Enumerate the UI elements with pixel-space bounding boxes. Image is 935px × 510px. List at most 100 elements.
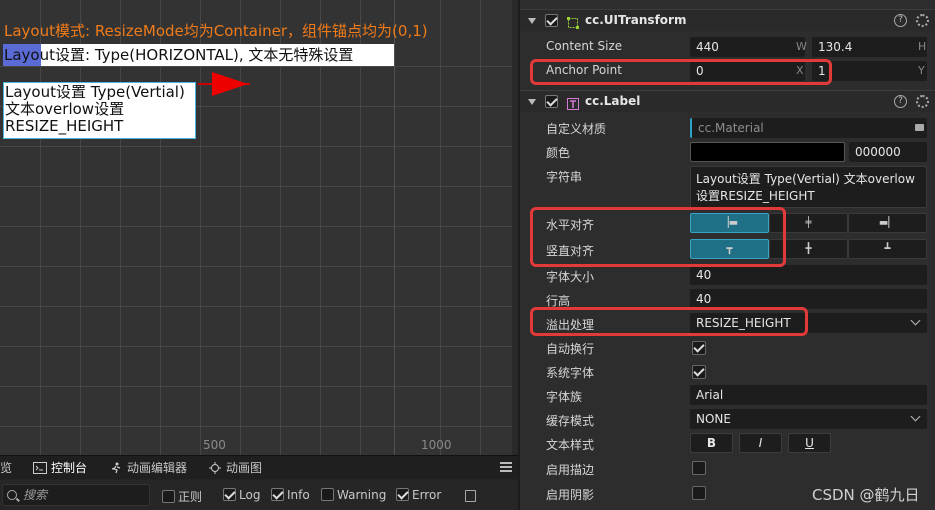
horizontal-align-label: 水平对齐 bbox=[546, 218, 595, 232]
bold-button[interactable]: B bbox=[690, 433, 733, 453]
filter-log-checkbox[interactable]: Log bbox=[223, 488, 260, 502]
align-center-icon: ╪ bbox=[805, 217, 812, 229]
enable-outline-checkbox[interactable] bbox=[692, 461, 706, 475]
italic-button[interactable]: I bbox=[739, 433, 782, 453]
align-right-icon: ▬▏ bbox=[878, 217, 897, 229]
clear-console-icon[interactable] bbox=[465, 490, 476, 502]
bottom-tabs: 览 控制台 动画编辑器 动画图 bbox=[0, 455, 518, 479]
axis-label: X bbox=[796, 64, 804, 77]
checkbox[interactable] bbox=[396, 488, 409, 501]
string-label: 字符串 bbox=[546, 170, 583, 184]
horizontal-layout-label-node[interactable]: Layout设置: Type(HORIZONTAL), 文本无特殊设置 bbox=[3, 44, 394, 66]
checkbox[interactable] bbox=[162, 490, 175, 503]
overflow-select[interactable]: RESIZE_HEIGHT bbox=[690, 313, 927, 333]
checkbox[interactable] bbox=[271, 488, 284, 501]
filter-label: Info bbox=[287, 488, 310, 502]
align-top-icon: ┳ bbox=[726, 243, 733, 255]
auto-wrap-label: 自动换行 bbox=[546, 342, 595, 356]
align-bottom-button[interactable]: ┻ bbox=[848, 239, 927, 259]
color-label: 颜色 bbox=[546, 146, 571, 160]
tab-preview[interactable]: 览 bbox=[0, 456, 12, 480]
gear-icon[interactable] bbox=[916, 14, 929, 27]
animation-graph-icon bbox=[208, 458, 222, 474]
lock-icon[interactable] bbox=[915, 124, 924, 131]
auto-wrap-checkbox[interactable] bbox=[692, 341, 706, 355]
align-bottom-icon: ┻ bbox=[884, 243, 891, 255]
cache-mode-select[interactable]: NONE bbox=[690, 409, 927, 429]
collapse-arrow-icon[interactable] bbox=[528, 18, 536, 24]
align-right-button[interactable]: ▬▏ bbox=[848, 213, 927, 233]
material-asset-field[interactable]: cc.Material bbox=[690, 118, 927, 138]
watermark: CSDN @鹤九日 bbox=[812, 486, 920, 504]
font-family-input[interactable]: Arial bbox=[690, 385, 927, 405]
filter-info-checkbox[interactable]: Info bbox=[271, 488, 310, 502]
axis-label: W bbox=[796, 40, 807, 53]
editor-window: Layout模式: ResizeMode均为Container，组件锚点均为(0… bbox=[0, 0, 935, 510]
anchor-point-label: Anchor Point bbox=[546, 63, 622, 77]
scene-annotation-title: Layout模式: ResizeMode均为Container，组件锚点均为(0… bbox=[4, 22, 428, 40]
align-center-button[interactable]: ╪ bbox=[769, 213, 848, 233]
cache-mode-label: 缓存模式 bbox=[546, 414, 595, 428]
filter-error-checkbox[interactable]: Error bbox=[396, 488, 441, 502]
system-font-label: 系统字体 bbox=[546, 366, 595, 380]
component-enable-checkbox[interactable] bbox=[545, 14, 558, 27]
vertical-layout-label-node[interactable]: Layout设置 Type(Vertial) 文本overlow设置 RESIZ… bbox=[3, 82, 196, 139]
tab-label: 控制台 bbox=[51, 461, 88, 475]
checkbox[interactable] bbox=[223, 488, 236, 501]
content-height-input[interactable]: 130.4 bbox=[812, 37, 927, 57]
collapse-arrow-icon[interactable] bbox=[528, 99, 536, 105]
ruler-label: 500 bbox=[203, 438, 226, 452]
ruler-label: 1000 bbox=[421, 438, 452, 452]
custom-material-label: 自定义材质 bbox=[546, 122, 607, 136]
help-icon[interactable]: ? bbox=[894, 14, 907, 27]
filter-warning-checkbox[interactable]: Warning bbox=[321, 488, 386, 502]
enable-shadow-checkbox[interactable] bbox=[692, 486, 706, 500]
content-width-input[interactable]: 440 bbox=[690, 37, 805, 57]
checkbox[interactable] bbox=[321, 488, 334, 501]
color-hex-input[interactable]: 000000 bbox=[849, 142, 927, 162]
underline-button[interactable]: U bbox=[788, 433, 831, 453]
anchor-x-input[interactable]: 0 bbox=[690, 61, 805, 81]
menu-icon[interactable] bbox=[500, 462, 512, 472]
line-height-label: 行高 bbox=[546, 294, 571, 308]
label-line: Layout设置 Type(Vertial) bbox=[5, 83, 185, 101]
font-family-label: 字体族 bbox=[546, 390, 583, 404]
tab-label: 动画编辑器 bbox=[127, 461, 188, 475]
axis-label: H bbox=[918, 40, 927, 53]
component-enable-checkbox[interactable] bbox=[545, 95, 558, 108]
horizontal-layout-label-text: Layout设置: Type(HORIZONTAL), 文本无特殊设置 bbox=[4, 46, 354, 64]
color-swatch[interactable] bbox=[690, 142, 845, 162]
tab-animation-editor[interactable]: 动画编辑器 bbox=[109, 456, 187, 480]
filter-regex-checkbox[interactable]: 正则 bbox=[162, 488, 202, 505]
system-font-checkbox[interactable] bbox=[692, 365, 706, 379]
search-placeholder: 搜索 bbox=[23, 488, 48, 502]
x-axis-gizmo-arrow-icon[interactable] bbox=[212, 72, 248, 96]
tab-console[interactable]: 控制台 bbox=[33, 456, 87, 480]
gear-icon[interactable] bbox=[916, 95, 929, 108]
help-icon[interactable]: ? bbox=[894, 95, 907, 108]
filter-label: Log bbox=[239, 488, 261, 502]
label-component-icon bbox=[567, 95, 579, 110]
align-left-icon: ▕▬ bbox=[720, 217, 739, 229]
align-middle-button[interactable]: ╋ bbox=[769, 239, 848, 259]
font-size-input[interactable]: 40 bbox=[690, 265, 927, 285]
search-icon bbox=[7, 490, 17, 500]
uitransform-header[interactable]: cc.UITransform ? bbox=[520, 9, 935, 31]
align-middle-icon: ╋ bbox=[805, 243, 812, 255]
label-line: 文本overlow设置 bbox=[5, 100, 125, 118]
search-input[interactable]: 搜索 bbox=[2, 484, 150, 506]
tab-animation-graph[interactable]: 动画图 bbox=[208, 456, 262, 480]
filter-label: 正则 bbox=[178, 490, 203, 504]
align-left-button[interactable]: ▕▬ bbox=[690, 213, 769, 233]
component-title: cc.UITransform bbox=[585, 13, 687, 27]
align-top-button[interactable]: ┳ bbox=[690, 239, 769, 259]
tab-label: 动画图 bbox=[226, 461, 263, 475]
anchor-y-input[interactable]: 1 bbox=[812, 61, 927, 81]
line-height-input[interactable]: 40 bbox=[690, 289, 927, 309]
enable-shadow-label: 启用阴影 bbox=[546, 488, 595, 502]
label-line: RESIZE_HEIGHT bbox=[5, 117, 124, 135]
label-component-header[interactable]: cc.Label ? bbox=[520, 90, 935, 112]
string-textarea[interactable]: Layout设置 Type(Vertial) 文本overlow设置RESIZE… bbox=[690, 166, 927, 208]
overflow-label: 溢出处理 bbox=[546, 318, 595, 332]
scene-view[interactable]: Layout模式: ResizeMode均为Container，组件锚点均为(0… bbox=[0, 0, 518, 455]
